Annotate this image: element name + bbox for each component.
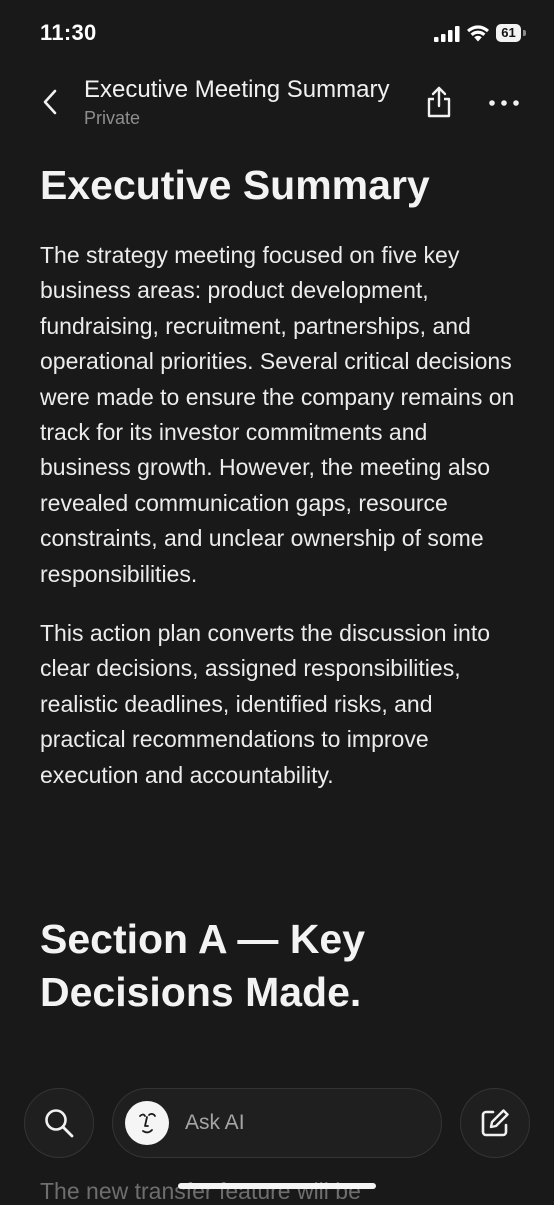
signal-icon — [434, 26, 460, 42]
chevron-left-icon — [43, 89, 57, 115]
more-options-button[interactable] — [484, 86, 524, 120]
document-heading: Executive Summary — [40, 162, 430, 208]
compose-button[interactable] — [460, 1088, 530, 1158]
wifi-icon — [467, 25, 489, 42]
summary-paragraph-1: The strategy meeting focused on five key… — [40, 242, 515, 587]
search-icon — [45, 1109, 74, 1138]
share-icon — [427, 86, 451, 118]
battery-level: 61 — [496, 24, 521, 42]
page-visibility: Private — [84, 108, 141, 128]
status-bar: 11:30 61 — [0, 0, 554, 64]
share-button[interactable] — [420, 82, 458, 122]
ask-ai-label: Ask AI — [185, 1111, 245, 1134]
section-heading: Section A — Key Decisions Made. — [40, 916, 366, 1016]
back-button[interactable] — [30, 82, 70, 122]
more-icon — [489, 100, 519, 106]
summary-paragraph-2: This action plan converts the discussion… — [40, 620, 491, 788]
ai-face-icon — [125, 1101, 169, 1145]
compose-icon — [481, 1109, 509, 1137]
navigation-bar: Executive Meeting Summary Private — [0, 64, 554, 140]
status-time: 11:30 — [40, 20, 97, 45]
nav-titles: Executive Meeting Summary Private — [84, 76, 394, 129]
document-body: Executive Summary The strategy meeting f… — [40, 140, 518, 1019]
ask-ai-button[interactable]: Ask AI — [112, 1088, 442, 1158]
home-indicator[interactable] — [178, 1183, 376, 1189]
battery-icon: 61 — [496, 24, 526, 42]
page-title: Executive Meeting Summary — [84, 76, 390, 103]
search-button[interactable] — [24, 1088, 94, 1158]
